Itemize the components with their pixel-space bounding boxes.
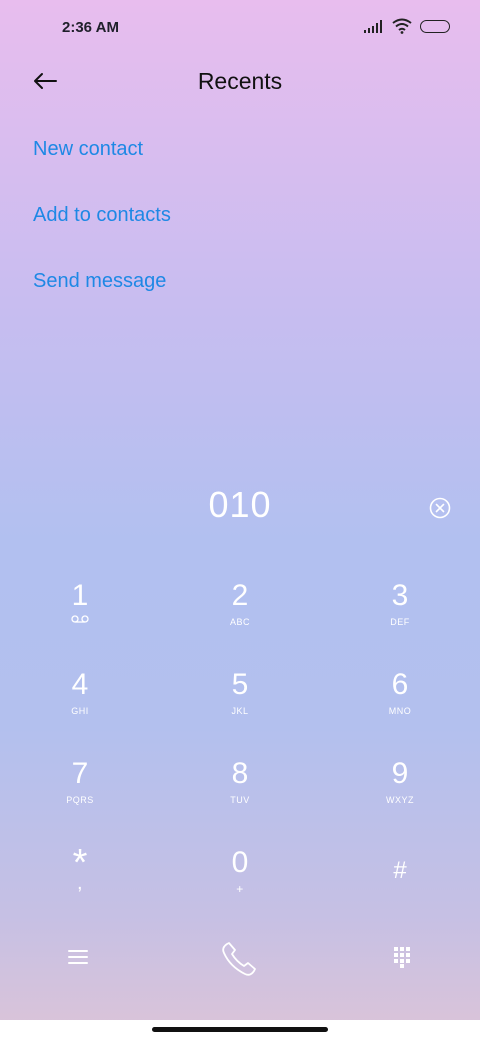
key-star[interactable]: * , bbox=[20, 844, 140, 928]
key-digit: 5 bbox=[231, 668, 249, 701]
key-digit: 8 bbox=[231, 757, 249, 790]
key-digit: 9 bbox=[391, 757, 409, 790]
menu-icon[interactable] bbox=[68, 948, 88, 966]
home-indicator[interactable] bbox=[152, 1027, 328, 1032]
key-letters: DEF bbox=[390, 617, 410, 627]
key-1[interactable]: 1 bbox=[20, 578, 140, 658]
key-digit: 3 bbox=[391, 579, 409, 612]
clear-circle-icon[interactable] bbox=[429, 497, 451, 519]
key-letters: WXYZ bbox=[386, 795, 414, 805]
recents-menu: New contact Add to contacts Send message bbox=[33, 134, 171, 332]
phone-icon[interactable] bbox=[218, 938, 260, 980]
key-6[interactable]: 6 MNO bbox=[340, 667, 460, 747]
key-4[interactable]: 4 GHI bbox=[20, 667, 140, 747]
status-time: 2:36 AM bbox=[62, 19, 119, 36]
header: Recents bbox=[0, 56, 480, 106]
new-contact-link[interactable]: New contact bbox=[33, 134, 171, 200]
key-3[interactable]: 3 DEF bbox=[340, 578, 460, 658]
key-letters: JKL bbox=[231, 706, 249, 716]
page-title: Recents bbox=[197, 68, 283, 94]
status-bar: 2:36 AM bbox=[0, 0, 480, 56]
key-0[interactable]: 0 + bbox=[180, 845, 300, 925]
key-2[interactable]: 2 ABC bbox=[180, 578, 300, 658]
key-letters: + bbox=[236, 882, 244, 896]
key-digit: 7 bbox=[71, 757, 89, 790]
key-letters: GHI bbox=[71, 706, 89, 716]
key-letters: , bbox=[76, 872, 84, 894]
key-letters: PQRS bbox=[66, 795, 94, 805]
key-5[interactable]: 5 JKL bbox=[180, 667, 300, 747]
key-9[interactable]: 9 WXYZ bbox=[340, 756, 460, 836]
key-8[interactable]: 8 TUV bbox=[180, 756, 300, 836]
send-message-link[interactable]: Send message bbox=[33, 266, 171, 332]
key-digit: 2 bbox=[231, 579, 249, 612]
key-digit: 4 bbox=[71, 668, 89, 701]
system-nav-area bbox=[0, 1020, 480, 1040]
key-digit: 6 bbox=[391, 668, 409, 701]
key-7[interactable]: 7 PQRS bbox=[20, 756, 140, 836]
key-digit: 0 bbox=[231, 846, 249, 879]
wifi-icon bbox=[392, 18, 412, 34]
key-digit: # bbox=[393, 857, 407, 884]
status-icons bbox=[364, 18, 450, 34]
dialed-number: 010 bbox=[208, 484, 272, 525]
key-letters: ABC bbox=[229, 617, 250, 627]
signal-icon bbox=[364, 19, 384, 33]
key-letters: TUV bbox=[230, 795, 250, 805]
battery-icon bbox=[420, 19, 450, 33]
voicemail-icon bbox=[71, 615, 89, 623]
dialpad-icon[interactable] bbox=[393, 946, 411, 968]
add-to-contacts-link[interactable]: Add to contacts bbox=[33, 200, 171, 266]
key-letters: MNO bbox=[388, 706, 412, 716]
key-hash[interactable]: # bbox=[340, 853, 460, 933]
dialer-action-bar bbox=[0, 930, 480, 990]
key-digit: 1 bbox=[71, 579, 89, 612]
